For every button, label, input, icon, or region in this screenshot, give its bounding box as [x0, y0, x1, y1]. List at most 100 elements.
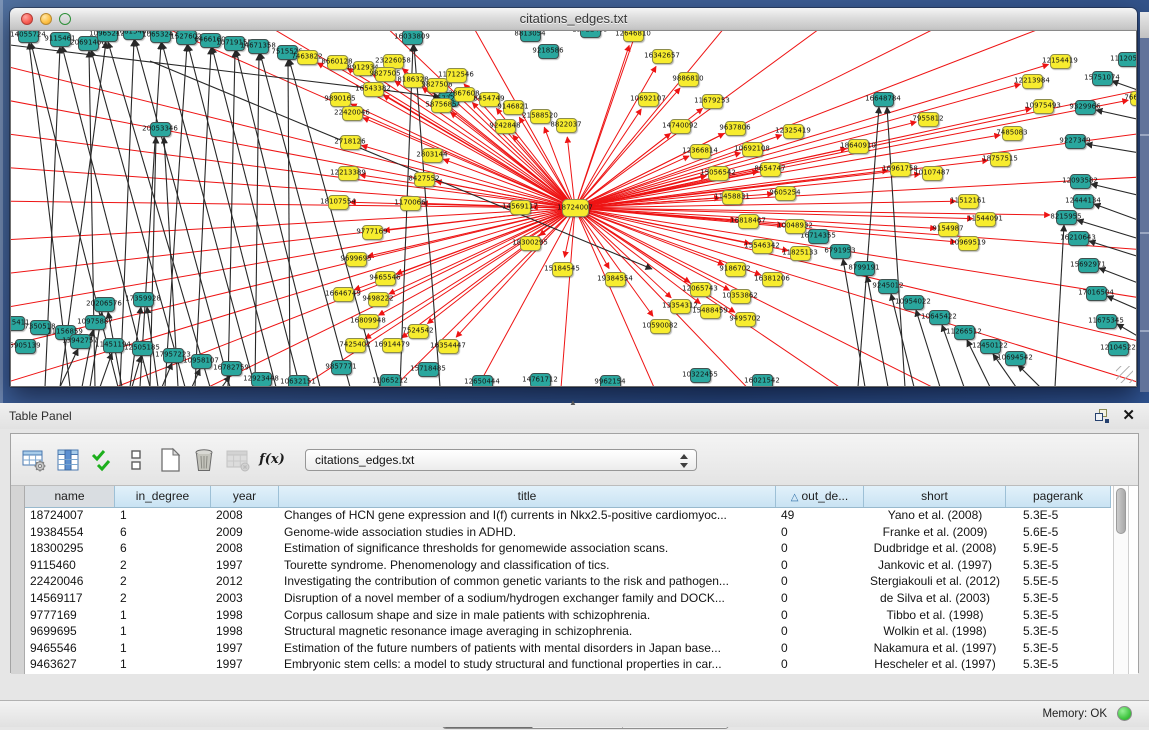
- graph-node[interactable]: 15718485: [418, 362, 439, 377]
- table-cell[interactable]: 19384554: [25, 524, 115, 541]
- table-cell[interactable]: 1997: [211, 557, 279, 574]
- graph-node[interactable]: 9465546: [375, 271, 396, 286]
- graph-node[interactable]: 15751074: [1092, 71, 1113, 86]
- graph-node[interactable]: 9637806: [725, 121, 746, 136]
- network-canvas[interactable]: 1405572491154612069140610965212168154661…: [10, 31, 1137, 387]
- graph-node[interactable]: 10322455: [690, 368, 711, 383]
- graph-node[interactable]: 11451194: [103, 338, 124, 353]
- graph-node[interactable]: 10975493: [1033, 99, 1054, 114]
- graph-node[interactable]: 2867608: [454, 87, 475, 102]
- graph-node[interactable]: 10107487: [922, 166, 943, 181]
- graph-node[interactable]: 10692108: [742, 142, 763, 157]
- table-cell[interactable]: 18300295: [25, 540, 115, 557]
- graph-node[interactable]: 9962154: [600, 375, 621, 388]
- graph-node[interactable]: 17359928: [133, 292, 154, 307]
- graph-node[interactable]: 15546342: [752, 239, 773, 254]
- graph-node[interactable]: 16714355: [808, 229, 829, 244]
- graph-hub-node[interactable]: 18724007: [562, 199, 589, 217]
- graph-node[interactable]: 10048932: [785, 219, 806, 234]
- table-cell[interactable]: 0: [776, 524, 864, 541]
- graph-node[interactable]: 1527602: [176, 31, 197, 45]
- graph-node[interactable]: 12923448: [251, 372, 272, 387]
- table-row[interactable]: 946554611997Estimation of the future num…: [25, 640, 1111, 657]
- graph-node[interactable]: 8215955: [1056, 210, 1077, 225]
- graph-node[interactable]: 8654747: [760, 162, 781, 177]
- table-cell[interactable]: 1997: [211, 640, 279, 657]
- float-window-icon[interactable]: [1095, 409, 1109, 423]
- table-cell[interactable]: de Silva et al. (2003): [864, 590, 1006, 607]
- graph-node[interactable]: 16818467: [738, 214, 759, 229]
- table-row[interactable]: 1830029562008Estimation of significance …: [25, 540, 1111, 557]
- column-header-out-de-[interactable]: △out_de...: [776, 486, 864, 507]
- table-row[interactable]: 977716911998Corpus callosum shape and si…: [25, 607, 1111, 624]
- graph-node[interactable]: 9495702: [735, 312, 756, 327]
- graph-node[interactable]: 9498222: [368, 292, 389, 307]
- table-cell[interactable]: Tourette syndrome. Phenomenology and cla…: [279, 557, 776, 574]
- graph-node[interactable]: 12213984: [1022, 74, 1043, 89]
- graph-node[interactable]: 9227349: [1065, 134, 1086, 149]
- table-cell[interactable]: 18724007: [25, 507, 115, 524]
- graph-node[interactable]: 8822037: [556, 118, 577, 133]
- table-row[interactable]: 946362711997Embryonic stem cells: a mode…: [25, 656, 1111, 673]
- table-cell[interactable]: 0: [776, 590, 864, 607]
- graph-node[interactable]: 18107554: [328, 195, 349, 210]
- table-cell[interactable]: 0: [776, 557, 864, 574]
- table-row[interactable]: 969969511998Structural magnetic resonanc…: [25, 623, 1111, 640]
- graph-node[interactable]: 11544091: [975, 212, 996, 227]
- table-cell[interactable]: 9463627: [25, 656, 115, 673]
- graph-node[interactable]: 11675345: [1096, 314, 1117, 329]
- graph-node[interactable]: 12065743: [690, 282, 711, 297]
- graph-node[interactable]: 7425402: [345, 338, 366, 353]
- graph-node[interactable]: 11458831: [722, 190, 743, 205]
- graph-node[interactable]: 8660128: [327, 55, 348, 70]
- graph-node[interactable]: 12646810: [623, 31, 644, 42]
- table-row[interactable]: 1872400712008Changes of HCN gene express…: [25, 507, 1111, 524]
- graph-node[interactable]: 10692107: [638, 92, 659, 107]
- graph-node[interactable]: 20691406: [78, 36, 99, 51]
- graph-node[interactable]: 16033809: [402, 31, 423, 45]
- table-cell[interactable]: 0: [776, 656, 864, 673]
- graph-node[interactable]: 15056542: [708, 166, 729, 181]
- table-cell[interactable]: Dudbridge et al. (2008): [864, 540, 1006, 557]
- graph-node[interactable]: 10590082: [650, 319, 671, 334]
- graph-node[interactable]: 16815466: [123, 31, 144, 40]
- graph-node[interactable]: 9242848: [495, 119, 516, 134]
- table-cell[interactable]: 14569117: [25, 590, 115, 607]
- table-cell[interactable]: 1998: [211, 607, 279, 624]
- close-icon[interactable]: ✕: [1122, 406, 1135, 424]
- rows-icon[interactable]: [121, 445, 151, 475]
- graph-node[interactable]: 9699695: [346, 252, 367, 267]
- table-cell[interactable]: 0: [776, 573, 864, 590]
- graph-node[interactable]: 17957223: [163, 348, 184, 363]
- graph-node[interactable]: 8813054: [520, 31, 541, 42]
- graph-node[interactable]: 10958107: [191, 354, 212, 369]
- graph-node[interactable]: 12505185: [132, 341, 153, 356]
- graph-node[interactable]: 16342657: [652, 49, 673, 64]
- graph-node[interactable]: 10645422: [929, 310, 950, 325]
- table-cell[interactable]: Genome-wide association studies in ADHD.: [279, 524, 776, 541]
- table-cell[interactable]: 1: [115, 656, 211, 673]
- scrollbar-thumb[interactable]: [1116, 488, 1126, 534]
- graph-node[interactable]: 15488459: [700, 304, 721, 319]
- graph-node[interactable]: 8454749: [479, 92, 500, 107]
- table-cell[interactable]: Tibbo et al. (1998): [864, 607, 1006, 624]
- graph-node[interactable]: 16381206: [762, 272, 783, 287]
- graph-node[interactable]: 16543382: [363, 82, 384, 97]
- graph-node[interactable]: 9245012: [878, 279, 899, 294]
- table-cell[interactable]: 1: [115, 640, 211, 657]
- graph-node[interactable]: 20053346: [150, 122, 171, 137]
- table-cell[interactable]: Wolkin et al. (1998): [864, 623, 1006, 640]
- table-cell[interactable]: 2: [115, 573, 211, 590]
- graph-node[interactable]: 3915411: [10, 316, 25, 331]
- trash-icon[interactable]: [189, 445, 219, 475]
- graph-node[interactable]: 17016504: [1086, 286, 1107, 301]
- table-cell[interactable]: 9115460: [25, 557, 115, 574]
- table-cell[interactable]: 5.3E-5: [1006, 507, 1111, 524]
- table-select[interactable]: citations_edges.txt: [305, 449, 697, 471]
- graph-node[interactable]: 16809948: [358, 314, 379, 329]
- graph-node[interactable]: 7524542: [408, 324, 429, 339]
- graph-node[interactable]: 12093582: [1070, 174, 1091, 189]
- table-cell[interactable]: 2008: [211, 540, 279, 557]
- table-cell[interactable]: 9699695: [25, 623, 115, 640]
- minimize-window-button[interactable]: [40, 13, 52, 25]
